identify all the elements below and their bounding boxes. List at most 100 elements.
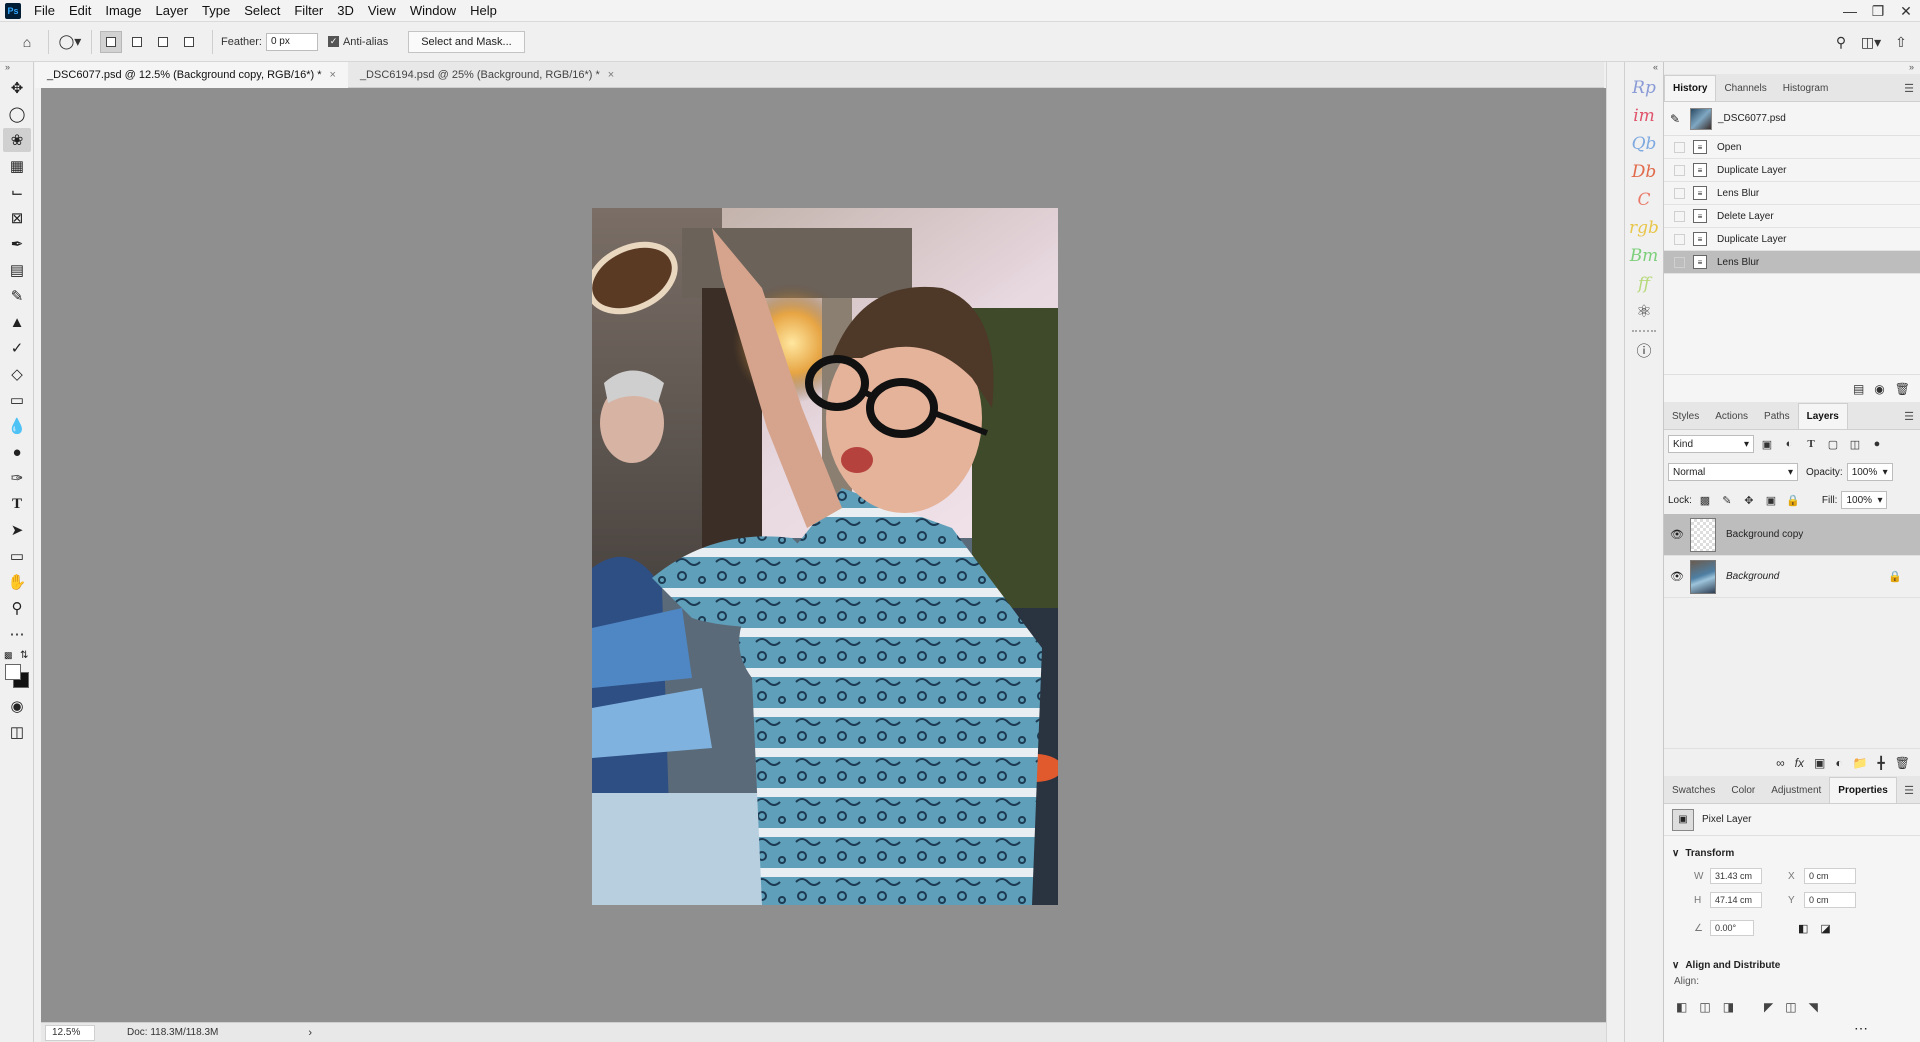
new-snapshot-icon[interactable]: ◉ <box>1874 382 1884 396</box>
menu-view[interactable]: View <box>361 0 403 22</box>
plugin-rp-icon[interactable]: Rp <box>1629 74 1659 102</box>
history-brush-source-checkbox[interactable] <box>1674 210 1685 222</box>
menu-3d[interactable]: 3D <box>330 0 361 22</box>
filter-kind-select[interactable]: Kind ▾ <box>1668 435 1754 453</box>
more-tools-icon[interactable]: ⋯ <box>3 622 31 646</box>
y-field[interactable]: 0 cm <box>1804 892 1856 908</box>
new-selection-icon[interactable] <box>100 30 122 53</box>
opacity-field[interactable]: 100% ▾ <box>1846 463 1893 481</box>
eye-icon[interactable]: 👁 <box>1664 570 1690 583</box>
tab-paths[interactable]: Paths <box>1756 403 1798 429</box>
object-selection-tool-icon[interactable]: ▦ <box>3 154 31 178</box>
lock-transparency-icon[interactable]: ▩ <box>1696 494 1714 507</box>
layer-style-icon[interactable]: fx <box>1795 756 1804 770</box>
tab-styles[interactable]: Styles <box>1664 403 1707 429</box>
search-icon[interactable]: ⚲ <box>1828 29 1854 55</box>
tab-color[interactable]: Color <box>1723 777 1763 803</box>
align-bottom-icon[interactable]: ◥ <box>1809 1000 1818 1014</box>
align-section-header[interactable]: ∨ Align and Distribute <box>1664 954 1920 976</box>
select-and-mask-button[interactable]: Select and Mask... <box>408 30 525 53</box>
lock-icon[interactable]: 🔒 <box>1888 570 1902 583</box>
new-group-icon[interactable]: 📁 <box>1853 756 1868 770</box>
zoom-tool-icon[interactable]: ⚲ <box>3 596 31 620</box>
workspace-icon[interactable]: ◫▾ <box>1858 29 1884 55</box>
angle-field[interactable]: 0.00° <box>1710 920 1754 936</box>
dodge-tool-icon[interactable]: ● <box>3 440 31 464</box>
history-snapshot[interactable]: ✎ _DSC6077.psd <box>1664 102 1920 136</box>
history-brush-source-checkbox[interactable] <box>1674 164 1685 176</box>
menu-edit[interactable]: Edit <box>62 0 98 22</box>
align-center-horizontal-icon[interactable]: ◫ <box>1699 1000 1710 1014</box>
flip-horizontal-icon[interactable]: ◧ <box>1798 922 1808 935</box>
x-field[interactable]: 0 cm <box>1804 868 1856 884</box>
frame-tool-icon[interactable]: ⊠ <box>3 206 31 230</box>
share-icon[interactable]: ⇧ <box>1888 29 1914 55</box>
menu-window[interactable]: Window <box>403 0 463 22</box>
rectangle-tool-icon[interactable]: ▭ <box>3 544 31 568</box>
home-icon[interactable]: ⌂ <box>14 29 40 55</box>
antialias-checkbox[interactable]: ✓ <box>327 36 339 47</box>
more-options-icon[interactable]: ⋯ <box>1664 1020 1920 1037</box>
clone-stamp-tool-icon[interactable]: ▲ <box>3 310 31 334</box>
tab-dsc6077[interactable]: _DSC6077.psd @ 12.5% (Background copy, R… <box>35 62 348 88</box>
eyedropper-tool-icon[interactable]: ✒ <box>3 232 31 256</box>
type-filter-icon[interactable]: T <box>1802 438 1820 450</box>
menu-filter[interactable]: Filter <box>287 0 330 22</box>
tab-properties[interactable]: Properties <box>1829 777 1897 803</box>
filter-toggle-icon[interactable]: ● <box>1868 438 1886 450</box>
shape-filter-icon[interactable]: ▢ <box>1824 438 1842 451</box>
path-selection-tool-icon[interactable]: ➤ <box>3 518 31 542</box>
close-icon[interactable]: ✕ <box>1892 0 1920 22</box>
default-colors-icon[interactable]: ▩ <box>4 650 13 661</box>
close-icon[interactable]: × <box>608 69 614 81</box>
screen-mode-icon[interactable]: ◫ <box>3 720 31 744</box>
panel-menu-icon[interactable]: ☰ <box>1904 784 1914 797</box>
link-layers-icon[interactable]: ∞ <box>1776 756 1785 770</box>
quick-mask-icon[interactable]: ◉ <box>3 694 31 718</box>
history-step[interactable]: ≡ Duplicate Layer <box>1664 228 1920 251</box>
toolbar-collapse-icon[interactable]: » <box>0 62 33 74</box>
panel-menu-icon[interactable]: ☰ <box>1904 410 1914 423</box>
crop-tool-icon[interactable]: ⌙ <box>3 180 31 204</box>
menu-select[interactable]: Select <box>237 0 287 22</box>
align-right-icon[interactable]: ◨ <box>1723 1000 1734 1014</box>
lasso-tool-icon[interactable]: ❀ <box>3 128 31 152</box>
plugin-db-icon[interactable]: Db <box>1629 158 1659 186</box>
add-to-selection-icon[interactable] <box>126 31 148 53</box>
menu-image[interactable]: Image <box>98 0 148 22</box>
move-tool-icon[interactable]: ✥ <box>3 76 31 100</box>
plugin-qb-icon[interactable]: Qb <box>1629 130 1659 158</box>
close-icon[interactable]: × <box>330 69 336 81</box>
history-step[interactable]: ≡ Delete Layer <box>1664 205 1920 228</box>
adjustment-layer-icon[interactable]: ◐ <box>1835 756 1842 770</box>
tab-history[interactable]: History <box>1664 75 1717 101</box>
pixel-filter-icon[interactable]: ▣ <box>1758 438 1776 451</box>
status-menu-icon[interactable]: › <box>308 1027 312 1039</box>
tab-dsc6194[interactable]: _DSC6194.psd @ 25% (Background, RGB/16*)… <box>348 62 626 88</box>
healing-brush-tool-icon[interactable]: ▤ <box>3 258 31 282</box>
height-field[interactable]: 47.14 cm <box>1710 892 1762 908</box>
navigator-icon[interactable]: ⚛ <box>1629 298 1659 326</box>
dock-collapse-icon[interactable]: » <box>1664 62 1920 74</box>
feather-input[interactable] <box>265 32 318 51</box>
menu-file[interactable]: File <box>27 0 62 22</box>
info-icon[interactable]: ⓘ <box>1629 336 1659 364</box>
brush-tool-icon[interactable]: ✎ <box>3 284 31 308</box>
plugin-bm-icon[interactable]: Bm <box>1629 242 1659 270</box>
new-layer-icon[interactable]: ╋ <box>1878 756 1885 770</box>
zoom-level-field[interactable]: 12.5% <box>45 1024 95 1041</box>
history-step[interactable]: ≡ Open <box>1664 136 1920 159</box>
history-brush-source-checkbox[interactable] <box>1674 233 1685 245</box>
flip-vertical-icon[interactable]: ◪ <box>1820 922 1830 935</box>
tab-actions[interactable]: Actions <box>1707 403 1756 429</box>
plugin-im-icon[interactable]: im <box>1629 102 1659 130</box>
subtract-from-selection-icon[interactable] <box>152 31 174 53</box>
plugin-c-icon[interactable]: C <box>1629 186 1659 214</box>
plugin-ff-icon[interactable]: ff <box>1629 270 1659 298</box>
align-left-icon[interactable]: ◧ <box>1676 1000 1687 1014</box>
delete-icon[interactable]: 🗑 <box>1895 382 1910 396</box>
marquee-tool-icon[interactable]: ◯ <box>3 102 31 126</box>
intersect-selection-icon[interactable] <box>178 31 200 53</box>
fill-field[interactable]: 100% ▾ <box>1841 491 1888 509</box>
history-step[interactable]: ≡ Duplicate Layer <box>1664 159 1920 182</box>
